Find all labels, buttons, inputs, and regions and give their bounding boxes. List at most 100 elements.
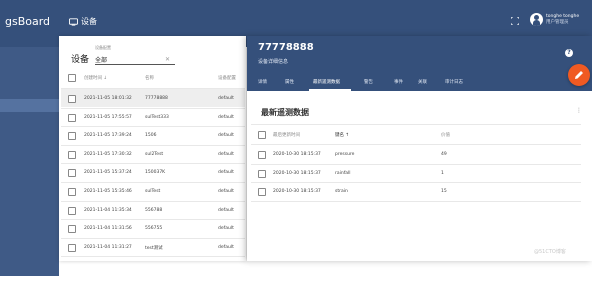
tab-alarms[interactable]: 警告 (364, 79, 373, 85)
pencil-icon (575, 71, 583, 79)
breadcrumb-current[interactable]: 设备 (81, 16, 97, 27)
tab-relations[interactable]: 关联 (418, 79, 427, 85)
row-name[interactable]: sulTest (145, 189, 160, 194)
column-last-update[interactable]: 最后更新时间 (273, 132, 300, 138)
row-profile[interactable]: default (218, 245, 234, 250)
row-divider (61, 144, 245, 146)
row-name[interactable]: sul2Test (145, 152, 163, 157)
active-tab-indicator (309, 89, 351, 91)
row-created-time[interactable]: 2021-11-05 15:37:24 (84, 170, 132, 175)
row-name[interactable]: 150037K (145, 170, 165, 175)
row-checkbox[interactable] (68, 169, 76, 178)
row-checkbox[interactable] (68, 206, 76, 215)
devices-icon (69, 17, 78, 26)
row-profile[interactable]: default (218, 115, 234, 120)
column-device-profile[interactable]: 设备配置 (218, 75, 236, 81)
device-profile-filter[interactable]: 全部 (95, 55, 107, 64)
telemetry-select-all-checkbox[interactable] (258, 131, 266, 139)
user-avatar[interactable] (530, 13, 543, 26)
telemetry-row-divider (251, 200, 581, 202)
telemetry-row-value: 1 (441, 170, 444, 176)
telemetry-row-divider (251, 182, 581, 183)
row-created-time[interactable]: 2021-11-04 11:31:56 (84, 226, 132, 231)
section-title: 最新遥测数据 (261, 108, 309, 117)
row-divider (61, 182, 245, 183)
telemetry-header-divider (251, 144, 581, 145)
section-divider (251, 124, 581, 125)
row-checkbox[interactable] (68, 132, 76, 141)
row-profile[interactable]: default (218, 226, 234, 231)
telemetry-row-value: 49 (441, 152, 447, 157)
row-divider (61, 107, 245, 109)
row-checkbox[interactable] (68, 113, 76, 122)
fullscreen-icon[interactable] (511, 17, 519, 25)
row-checkbox[interactable] (68, 150, 76, 159)
row-created-time[interactable]: 2021-11-05 17:39:24 (84, 133, 132, 138)
edit-fab-button[interactable] (568, 64, 590, 86)
row-name[interactable]: sulTest333 (145, 115, 169, 120)
column-key[interactable]: 键名 ↑ (335, 132, 349, 138)
telemetry-row-updated: 2020-10-30 18:15:37 (273, 189, 321, 194)
row-divider (61, 126, 245, 128)
row-profile[interactable]: default (218, 208, 234, 213)
row-divider (61, 219, 245, 221)
tab-latest-telemetry[interactable]: 最新遥测数据 (313, 79, 340, 85)
tab-attributes[interactable]: 属性 (285, 79, 294, 85)
panel-title: 设备 (71, 55, 90, 65)
row-name[interactable]: 77778888 (145, 96, 168, 101)
select-all-checkbox[interactable] (68, 74, 76, 82)
row-profile[interactable]: default (218, 170, 234, 175)
telemetry-row-key: strain (335, 189, 348, 194)
row-created-time[interactable]: 2021-11-04 11:35:34 (84, 208, 132, 213)
row-created-time[interactable]: 2021-11-04 11:31:27 (84, 245, 132, 250)
breadcrumb: 设备 (69, 16, 97, 27)
tab-audit-logs[interactable]: 审计日志 (445, 79, 463, 85)
sidenav-selected-item[interactable] (0, 99, 59, 112)
row-checkbox[interactable] (68, 95, 76, 103)
row-name[interactable]: 556755 (145, 226, 162, 231)
help-icon[interactable]: ? (565, 49, 573, 57)
row-created-time[interactable]: 2021-11-05 17:55:57 (84, 115, 132, 120)
row-profile[interactable]: default (218, 96, 234, 101)
user-role: 用户管理员 (546, 20, 569, 25)
device-title: 77778888 (258, 42, 314, 53)
row-checkbox[interactable] (68, 188, 76, 196)
row-profile[interactable]: default (218, 152, 234, 157)
row-checkbox[interactable] (68, 225, 76, 234)
row-divider (61, 256, 245, 258)
row-name[interactable]: test测试 (145, 245, 163, 251)
device-subtitle: 设备详细信息 (258, 59, 289, 65)
side-navigation (0, 47, 59, 276)
app-brand[interactable]: gsBoard (5, 15, 50, 28)
row-divider (61, 237, 245, 239)
more-icon[interactable]: ⋮ (576, 107, 582, 114)
user-menu[interactable]: tonghe tonghe 用户管理员 (546, 14, 579, 26)
row-profile[interactable]: default (218, 189, 234, 194)
telemetry-row-updated: 2020-10-30 18:15:37 (273, 152, 321, 157)
clear-filter-icon[interactable]: ✕ (165, 56, 170, 63)
row-name[interactable]: 556788 (145, 208, 162, 213)
row-divider (61, 163, 245, 165)
telemetry-row-divider (251, 163, 581, 165)
row-divider (61, 200, 245, 202)
telemetry-row-checkbox[interactable] (258, 188, 266, 196)
telemetry-row-key: pressure (335, 152, 355, 157)
tab-events[interactable]: 事件 (394, 79, 403, 85)
tab-details[interactable]: 详情 (258, 79, 267, 85)
row-created-time[interactable]: 2021-11-05 17:30:32 (84, 152, 132, 157)
telemetry-row-updated: 2020-10-30 18:15:37 (273, 170, 321, 176)
column-name[interactable]: 名称 (145, 75, 154, 81)
row-profile[interactable]: default (218, 133, 234, 138)
row-created-time[interactable]: 2021-11-05 18:01:32 (84, 96, 132, 101)
device-profile-filter-label: 设备配置 (95, 45, 111, 50)
telemetry-row-checkbox[interactable] (258, 151, 266, 159)
telemetry-row-checkbox[interactable] (258, 169, 266, 178)
column-created-time[interactable]: 创建时间 ↓ (84, 75, 107, 81)
filter-underline (95, 64, 175, 65)
telemetry-row-value: 15 (441, 189, 447, 194)
column-value[interactable]: 价值 (441, 132, 450, 138)
row-created-time[interactable]: 2021-11-05 15:35:46 (84, 189, 132, 194)
row-name[interactable]: 1506 (145, 133, 156, 138)
row-checkbox[interactable] (68, 243, 76, 252)
watermark: @51CTO博客 (534, 249, 566, 255)
